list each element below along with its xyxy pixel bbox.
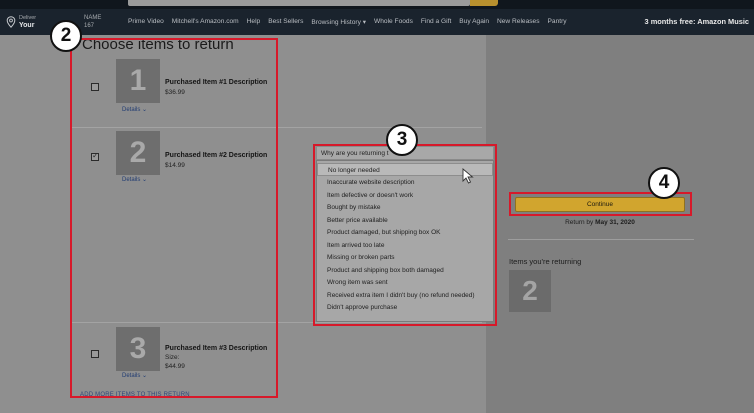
navigation-bar: Deliver Your NAME 167 Prime Video Mitche… [0, 9, 754, 35]
summary-divider [508, 239, 694, 240]
deliver-address: Your [19, 22, 35, 29]
account-number: 167 [84, 23, 95, 29]
account-name: NAME [84, 15, 102, 21]
deliver-label: Deliver [19, 15, 37, 21]
step-badge-2: 2 [50, 20, 82, 52]
return-by-date: Return by May 31, 2020 [510, 219, 690, 226]
annotation-box-reason [313, 144, 497, 326]
return-by-value: May 31, 2020 [595, 219, 635, 226]
nav-link-best-sellers[interactable]: Best Sellers [268, 18, 303, 26]
step-badge-4: 4 [648, 167, 680, 199]
location-pin-icon [6, 16, 16, 28]
nav-link-new-releases[interactable]: New Releases [497, 18, 540, 26]
nav-link-pantry[interactable]: Pantry [548, 18, 567, 26]
step-badge-3: 3 [386, 124, 418, 156]
nav-links: Prime Video Mitchell's Amazon.com Help B… [128, 18, 567, 26]
top-search-strip [0, 0, 754, 9]
nav-link-find-a-gift[interactable]: Find a Gift [421, 18, 451, 26]
nav-link-browsing-history[interactable]: Browsing History ▾ [311, 18, 366, 26]
account-info[interactable]: NAME 167 [84, 14, 101, 30]
returning-item-thumbnail: 2 [509, 270, 551, 312]
return-by-prefix: Return by [565, 219, 594, 226]
nav-link-my-amazon[interactable]: Mitchell's Amazon.com [172, 18, 239, 26]
items-returning-label: Items you're returning [509, 257, 582, 266]
search-input[interactable] [128, 0, 470, 6]
nav-link-buy-again[interactable]: Buy Again [459, 18, 489, 26]
search-button[interactable] [470, 0, 498, 6]
annotation-box-items [70, 38, 278, 398]
promo-banner[interactable]: 3 months free: Amazon Music [645, 17, 749, 26]
nav-link-prime-video[interactable]: Prime Video [128, 18, 164, 26]
deliver-to-location[interactable]: Deliver Your [6, 14, 36, 30]
nav-link-help[interactable]: Help [247, 18, 261, 26]
nav-link-whole-foods[interactable]: Whole Foods [374, 18, 413, 26]
